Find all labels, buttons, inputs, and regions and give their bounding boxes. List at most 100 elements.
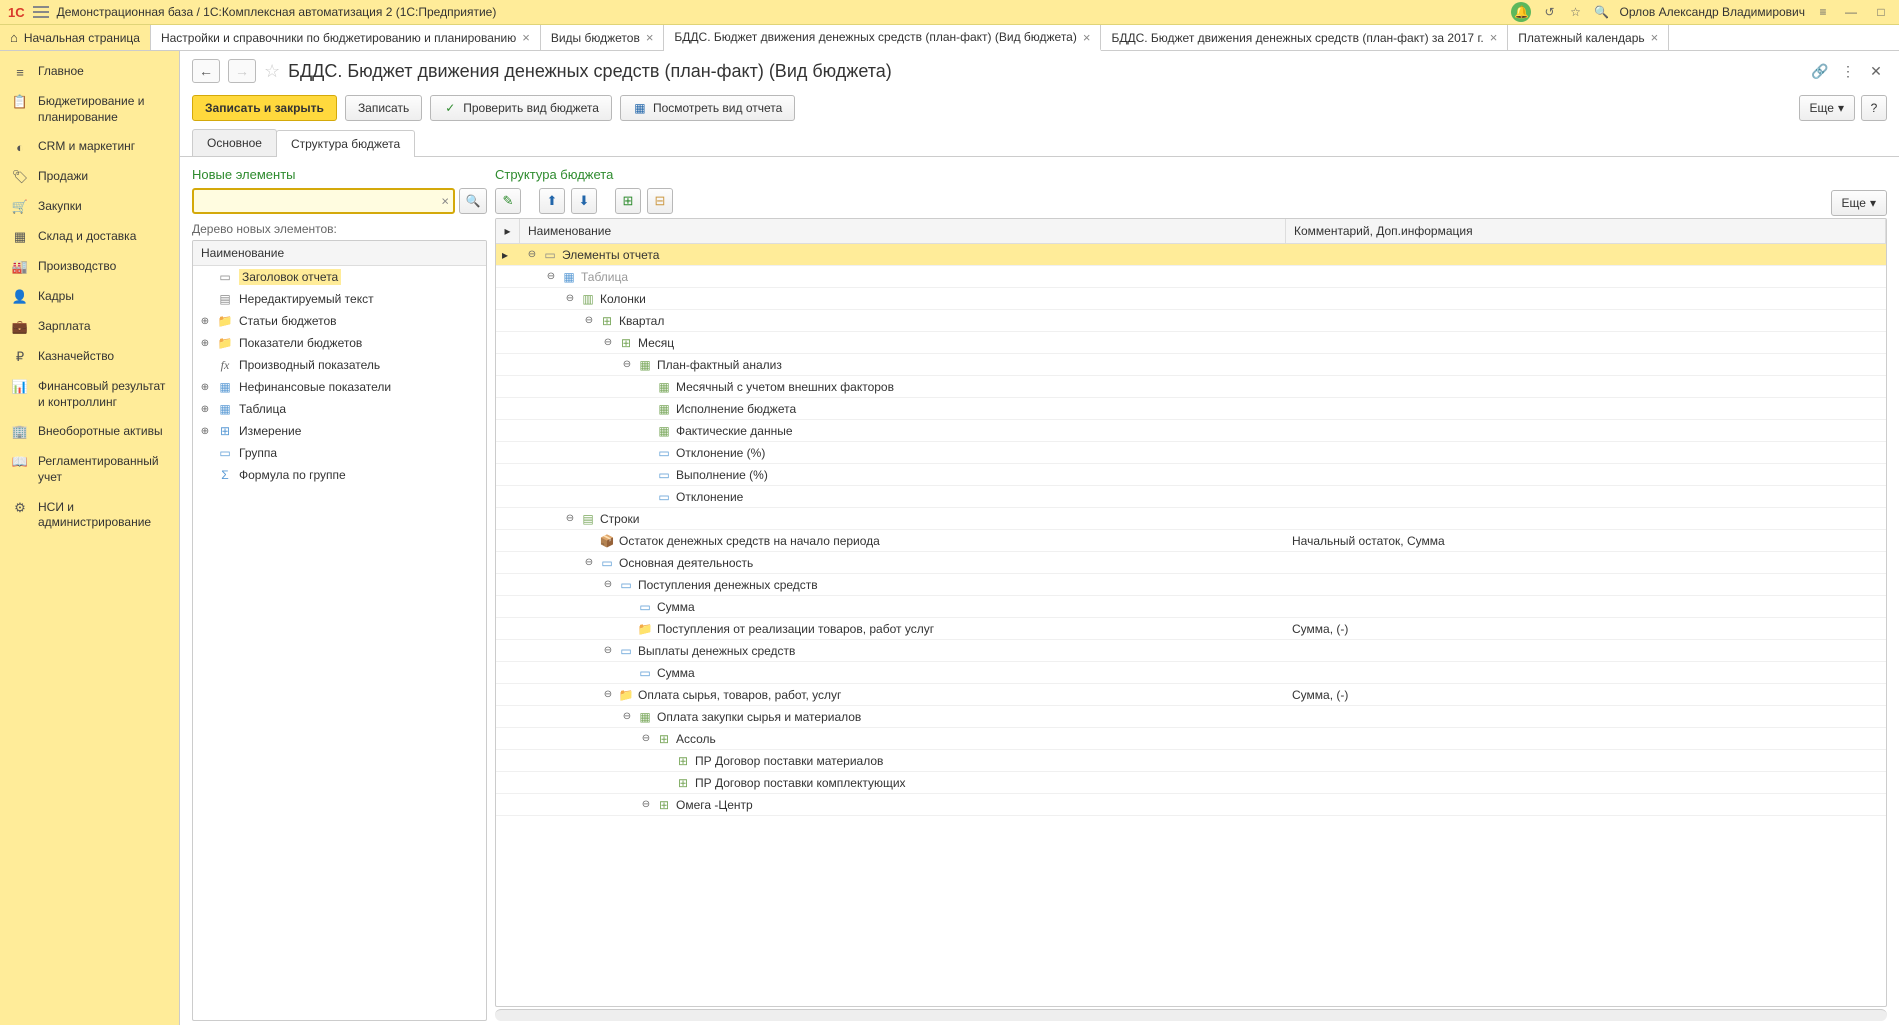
link-icon[interactable]: 🔗 — [1809, 60, 1831, 82]
help-button[interactable]: ? — [1861, 95, 1887, 121]
col-name[interactable]: Наименование — [520, 219, 1286, 243]
structure-row[interactable]: ·▭Отклонение — [496, 486, 1886, 508]
back-button[interactable]: ← — [192, 59, 220, 83]
search-icon[interactable]: 🔍 — [1593, 4, 1609, 20]
maximize-button[interactable]: □ — [1871, 5, 1891, 19]
clear-icon[interactable]: × — [441, 194, 449, 209]
star-icon[interactable]: ☆ — [264, 61, 280, 82]
new-element-row[interactable]: ·fxПроизводный показатель — [193, 354, 486, 376]
nav-item-13[interactable]: ⚙НСИ и администрирование — [0, 493, 179, 538]
structure-row[interactable]: ·⊞ПР Договор поставки материалов — [496, 750, 1886, 772]
structure-row[interactable]: ·▭Выполнение (%) — [496, 464, 1886, 486]
structure-row[interactable]: ⊖▦План-фактный анализ — [496, 354, 1886, 376]
expander-icon[interactable]: ⊖ — [602, 645, 614, 656]
structure-row[interactable]: ⊖▭Поступления денежных средств — [496, 574, 1886, 596]
expander-icon[interactable]: ⊖ — [545, 271, 557, 282]
nav-item-12[interactable]: 📖Регламентированный учет — [0, 447, 179, 492]
expander-icon[interactable]: ⊖ — [564, 513, 576, 524]
expander-icon[interactable]: ⊖ — [640, 799, 652, 810]
nav-item-3[interactable]: 🏷Продажи — [0, 162, 179, 192]
expander-icon[interactable]: ⊕ — [199, 382, 211, 393]
history-icon[interactable]: ↺ — [1541, 4, 1557, 20]
search-input[interactable] — [192, 188, 455, 214]
expander-icon[interactable]: ⊕ — [199, 316, 211, 327]
new-element-row[interactable]: ·▤Нередактируемый текст — [193, 288, 486, 310]
new-element-row[interactable]: ·▭Группа — [193, 442, 486, 464]
favorite-icon[interactable]: ☆ — [1567, 4, 1583, 20]
structure-row[interactable]: ·📁Поступления от реализации товаров, раб… — [496, 618, 1886, 640]
nav-item-4[interactable]: 🛒Закупки — [0, 192, 179, 222]
nav-item-9[interactable]: ₽Казначейство — [0, 342, 179, 372]
tab-close-icon[interactable]: × — [646, 30, 654, 45]
move-up-button[interactable]: ⬆ — [539, 188, 565, 214]
structure-row[interactable]: ▸⊖▭Элементы отчета — [496, 244, 1886, 266]
tab-close-icon[interactable]: × — [522, 30, 530, 45]
expander-icon[interactable]: ⊖ — [621, 711, 633, 722]
nav-item-11[interactable]: 🏢Внеоборотные активы — [0, 417, 179, 447]
tab-1[interactable]: Настройки и справочники по бюджетировани… — [151, 25, 541, 50]
kebab-icon[interactable]: ⋮ — [1837, 60, 1859, 82]
expander-icon[interactable]: ⊖ — [602, 689, 614, 700]
user-menu-icon[interactable]: ≡ — [1815, 4, 1831, 20]
tab-5[interactable]: Платежный календарь× — [1508, 25, 1669, 50]
structure-row[interactable]: ⊖▦Оплата закупки сырья и материалов — [496, 706, 1886, 728]
new-element-row[interactable]: ·ΣФормула по группе — [193, 464, 486, 486]
close-icon[interactable]: ✕ — [1865, 60, 1887, 82]
forward-button[interactable]: → — [228, 59, 256, 83]
structure-row[interactable]: ⊖⊞Ассоль — [496, 728, 1886, 750]
search-button[interactable]: 🔍 — [459, 188, 487, 214]
user-name[interactable]: Орлов Александр Владимирович — [1619, 5, 1805, 19]
nav-item-8[interactable]: 💼Зарплата — [0, 312, 179, 342]
expander-icon[interactable]: ⊖ — [583, 557, 595, 568]
tab-4[interactable]: БДДС. Бюджет движения денежных средств (… — [1101, 25, 1508, 50]
nav-item-10[interactable]: 📊Финансовый результат и контроллинг — [0, 372, 179, 417]
structure-row[interactable]: ·▭Сумма — [496, 662, 1886, 684]
new-element-row[interactable]: ⊕▦Таблица — [193, 398, 486, 420]
notification-icon[interactable]: 🔔 — [1511, 2, 1531, 22]
structure-row[interactable]: ⊖⊞Омега -Центр — [496, 794, 1886, 816]
inner-tab-0[interactable]: Основное — [192, 129, 277, 156]
structure-row[interactable]: ·📦Остаток денежных средств на начало пер… — [496, 530, 1886, 552]
new-element-row[interactable]: ⊕⊞Измерение — [193, 420, 486, 442]
horizontal-scrollbar[interactable] — [495, 1009, 1887, 1021]
structure-row[interactable]: ·▦Фактические данные — [496, 420, 1886, 442]
nav-item-6[interactable]: 🏭Производство — [0, 252, 179, 282]
expander-icon[interactable]: ⊕ — [199, 338, 211, 349]
collapse-all-button[interactable]: ⊟ — [647, 188, 673, 214]
save-close-button[interactable]: Записать и закрыть — [192, 95, 337, 121]
minimize-button[interactable]: — — [1841, 5, 1861, 19]
structure-row[interactable]: ⊖▭Выплаты денежных средств — [496, 640, 1886, 662]
structure-row[interactable]: ⊖▭Основная деятельность — [496, 552, 1886, 574]
new-element-row[interactable]: ⊕▦Нефинансовые показатели — [193, 376, 486, 398]
tab-2[interactable]: Виды бюджетов× — [541, 25, 665, 50]
structure-row[interactable]: ⊖▦Таблица — [496, 266, 1886, 288]
check-button[interactable]: ✓ Проверить вид бюджета — [430, 95, 612, 121]
edit-button[interactable]: ✎ — [495, 188, 521, 214]
structure-row[interactable]: ·▭Отклонение (%) — [496, 442, 1886, 464]
expander-icon[interactable]: ⊖ — [621, 359, 633, 370]
nav-item-5[interactable]: ▦Склад и доставка — [0, 222, 179, 252]
structure-row[interactable]: ·▦Месячный с учетом внешних факторов — [496, 376, 1886, 398]
structure-row[interactable]: ⊖▥Колонки — [496, 288, 1886, 310]
tab-close-icon[interactable]: × — [1651, 30, 1659, 45]
expander-icon[interactable]: ⊖ — [602, 337, 614, 348]
structure-more-button[interactable]: Еще ▾ — [1831, 190, 1887, 216]
col-marker[interactable]: ▸ — [496, 219, 520, 243]
expander-icon[interactable]: ⊖ — [640, 733, 652, 744]
new-element-row[interactable]: ⊕📁Статьи бюджетов — [193, 310, 486, 332]
structure-row[interactable]: ⊖⊞Месяц — [496, 332, 1886, 354]
expander-icon[interactable]: ⊖ — [583, 315, 595, 326]
expand-all-button[interactable]: ⊞ — [615, 188, 641, 214]
tab-3[interactable]: БДДС. Бюджет движения денежных средств (… — [664, 25, 1101, 51]
expander-icon[interactable]: ⊕ — [199, 404, 211, 415]
expander-icon[interactable]: ⊕ — [199, 426, 211, 437]
expander-icon[interactable]: ⊖ — [526, 249, 538, 260]
nav-item-2[interactable]: ◐CRM и маркетинг — [0, 132, 179, 162]
tab-0[interactable]: ⌂Начальная страница — [0, 25, 151, 50]
structure-row[interactable]: ·▦Исполнение бюджета — [496, 398, 1886, 420]
tab-close-icon[interactable]: × — [1490, 30, 1498, 45]
more-button[interactable]: Еще ▾ — [1799, 95, 1855, 121]
nav-item-0[interactable]: ≡Главное — [0, 57, 179, 87]
tab-close-icon[interactable]: × — [1083, 30, 1091, 45]
structure-row[interactable]: ⊖⊞Квартал — [496, 310, 1886, 332]
